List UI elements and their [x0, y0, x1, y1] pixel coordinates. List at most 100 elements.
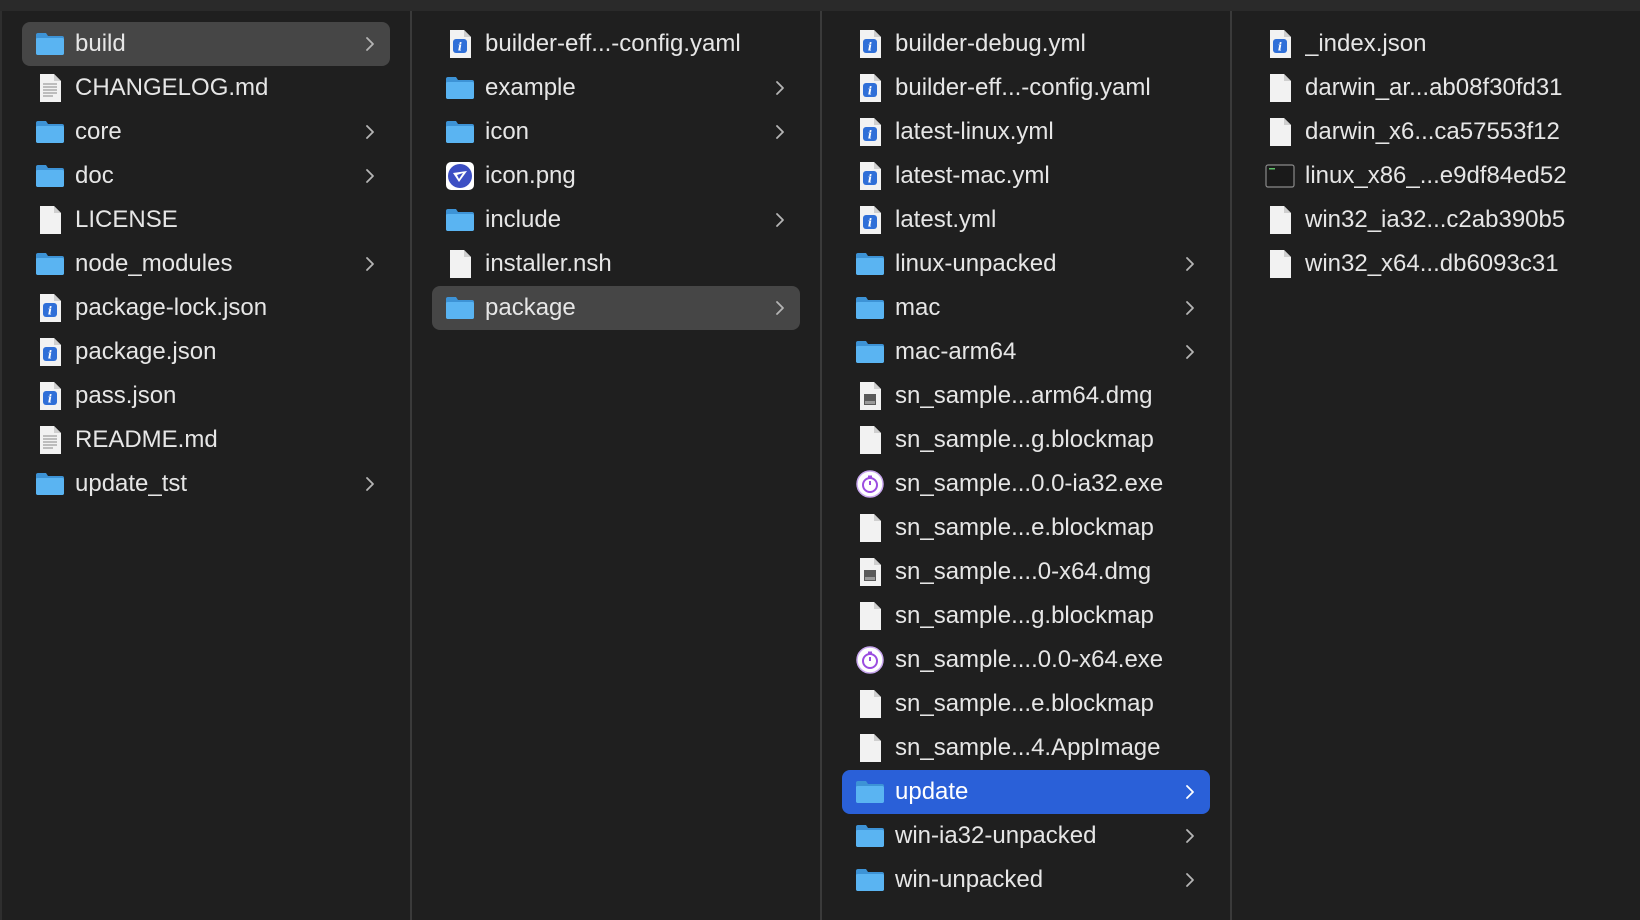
svg-text:i: i [48, 305, 52, 318]
item-label: builder-eff...-config.yaml [485, 30, 741, 57]
file-row[interactable]: win32_x64...db6093c31 [1252, 242, 1620, 286]
document-icon [1265, 205, 1295, 235]
folder-icon [445, 205, 475, 235]
file-row[interactable]: sn_sample...e.blockmap [842, 682, 1210, 726]
file-row[interactable]: sn_sample...arm64.dmg [842, 374, 1210, 418]
item-label: include [485, 206, 562, 233]
item-label: latest-mac.yml [895, 162, 1050, 189]
exe-icon [855, 645, 885, 675]
item-label: latest.yml [895, 206, 997, 233]
file-row[interactable]: i _index.json [1252, 22, 1620, 66]
info-document-icon: i [855, 161, 885, 191]
file-row[interactable]: i latest-linux.yml [842, 110, 1210, 154]
folder-row[interactable]: doc [22, 154, 390, 198]
file-row[interactable]: sn_sample...4.AppImage [842, 726, 1210, 770]
chevron-right-icon [1178, 255, 1202, 273]
item-label: pass.json [75, 382, 177, 409]
item-label: LICENSE [75, 206, 178, 233]
terminal-icon [1265, 161, 1295, 191]
folder-row[interactable]: include [432, 198, 800, 242]
folder-icon [35, 469, 65, 499]
info-document-icon: i [855, 205, 885, 235]
svg-text:i: i [868, 41, 872, 54]
column-3[interactable]: i builder-debug.yml i builder-eff...-config… [820, 11, 1230, 920]
svg-text:i: i [868, 129, 872, 142]
file-row[interactable]: i builder-debug.yml [842, 22, 1210, 66]
file-row[interactable]: linux_x86_...e9df84ed52 [1252, 154, 1620, 198]
file-row[interactable]: i package-lock.json [22, 286, 390, 330]
file-row[interactable]: i builder-eff...-config.yaml [432, 22, 800, 66]
document-icon [1265, 249, 1295, 279]
file-row[interactable]: LICENSE [22, 198, 390, 242]
file-row[interactable]: CHANGELOG.md [22, 66, 390, 110]
folder-row[interactable]: node_modules [22, 242, 390, 286]
item-label: sn_sample...g.blockmap [895, 602, 1154, 629]
item-label: installer.nsh [485, 250, 612, 277]
chevron-right-icon [358, 167, 382, 185]
folder-icon [445, 293, 475, 323]
file-row[interactable]: i latest-mac.yml [842, 154, 1210, 198]
folder-icon [855, 777, 885, 807]
item-label: _index.json [1305, 30, 1427, 57]
file-row[interactable]: i package.json [22, 330, 390, 374]
document-icon [1265, 73, 1295, 103]
svg-text:i: i [48, 349, 52, 362]
column-2[interactable]: i builder-eff...-config.yaml example icon ic… [410, 11, 820, 920]
svg-text:i: i [48, 393, 52, 406]
app-image-icon [445, 161, 475, 191]
folder-row[interactable]: package [432, 286, 800, 330]
folder-row[interactable]: core [22, 110, 390, 154]
folder-row[interactable]: mac [842, 286, 1210, 330]
folder-row[interactable]: example [432, 66, 800, 110]
info-document-icon: i [35, 293, 65, 323]
folder-row[interactable]: update_tst [22, 462, 390, 506]
info-document-icon: i [35, 381, 65, 411]
file-row[interactable]: win32_ia32...c2ab390b5 [1252, 198, 1620, 242]
folder-row[interactable]: build [22, 22, 390, 66]
item-label: linux_x86_...e9df84ed52 [1305, 162, 1567, 189]
folder-row[interactable]: mac-arm64 [842, 330, 1210, 374]
document-icon [35, 205, 65, 235]
file-row[interactable]: README.md [22, 418, 390, 462]
file-row[interactable]: sn_sample...e.blockmap [842, 506, 1210, 550]
column-1[interactable]: build CHANGELOG.md core doc LICENSE node_modu… [0, 11, 410, 920]
document-icon [1265, 117, 1295, 147]
file-row[interactable]: icon.png [432, 154, 800, 198]
document-icon [855, 425, 885, 455]
item-label: win-unpacked [895, 866, 1044, 893]
folder-row[interactable]: win-ia32-unpacked [842, 814, 1210, 858]
folder-icon [855, 821, 885, 851]
item-label: update_tst [75, 470, 188, 497]
item-label: latest-linux.yml [895, 118, 1054, 145]
item-label: core [75, 118, 122, 145]
file-row[interactable]: i latest.yml [842, 198, 1210, 242]
file-row[interactable]: sn_sample...g.blockmap [842, 418, 1210, 462]
file-row[interactable]: sn_sample....0-x64.dmg [842, 550, 1210, 594]
file-row[interactable]: sn_sample....0.0-x64.exe [842, 638, 1210, 682]
file-row[interactable]: i builder-eff...-config.yaml [842, 66, 1210, 110]
item-label: mac-arm64 [895, 338, 1017, 365]
folder-row[interactable]: win-unpacked [842, 858, 1210, 902]
file-row[interactable]: sn_sample...0.0-ia32.exe [842, 462, 1210, 506]
folder-row[interactable]: icon [432, 110, 800, 154]
info-document-icon: i [855, 117, 885, 147]
column-4[interactable]: i _index.json darwin_ar...ab08f30fd31darwi… [1230, 11, 1640, 920]
item-label: darwin_x6...ca57553f12 [1305, 118, 1560, 145]
disk-image-icon [855, 557, 885, 587]
item-label: package.json [75, 338, 217, 365]
svg-text:i: i [868, 173, 872, 186]
svg-text:i: i [868, 217, 872, 230]
item-label: icon [485, 118, 530, 145]
folder-icon [445, 117, 475, 147]
folder-row[interactable]: update [842, 770, 1210, 814]
file-row[interactable]: installer.nsh [432, 242, 800, 286]
item-label: builder-eff...-config.yaml [895, 74, 1151, 101]
file-row[interactable]: sn_sample...g.blockmap [842, 594, 1210, 638]
file-row[interactable]: darwin_x6...ca57553f12 [1252, 110, 1620, 154]
folder-row[interactable]: linux-unpacked [842, 242, 1210, 286]
chevron-right-icon [768, 79, 792, 97]
info-document-icon: i [35, 337, 65, 367]
file-row[interactable]: i pass.json [22, 374, 390, 418]
file-row[interactable]: darwin_ar...ab08f30fd31 [1252, 66, 1620, 110]
chevron-right-icon [1178, 343, 1202, 361]
